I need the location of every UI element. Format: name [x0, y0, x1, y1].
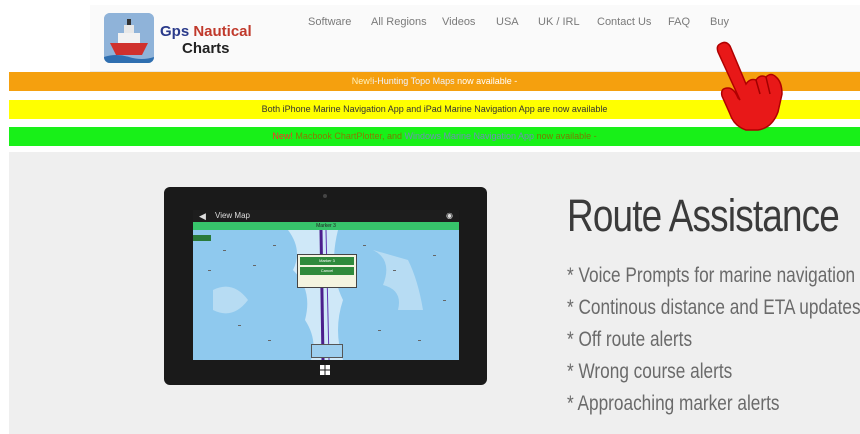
settings-icon: ◉: [446, 211, 453, 220]
banner-text: now available -: [534, 131, 597, 141]
windows-logo-icon: [320, 365, 330, 375]
hero-section: ◀ View Map ◉ Marker 3 Marker 3 Cancel Ro…: [9, 152, 860, 434]
feature-item: * Off route alerts: [567, 328, 693, 351]
banner-text: now available -: [454, 76, 518, 86]
nav-contact-us[interactable]: Contact Us: [597, 16, 651, 28]
banner-new-badge: New!: [351, 76, 373, 86]
brand-word-gps: Gps: [160, 23, 194, 40]
route-label: Marker 3: [316, 223, 336, 229]
feature-item: * Continous distance and ETA updates: [567, 296, 860, 319]
nav-usa[interactable]: USA: [496, 16, 519, 28]
route-bar: Marker 3: [193, 222, 459, 230]
brand-word-charts: Charts: [182, 40, 230, 57]
banner-text[interactable]: Both iPhone Marine Navigation App and iP…: [262, 104, 608, 114]
feature-item: * Voice Prompts for marine navigation: [567, 264, 856, 287]
back-arrow-icon: ◀: [199, 211, 206, 221]
brand-word-nautical: Nautical: [193, 23, 252, 40]
nav-software[interactable]: Software: [308, 16, 351, 28]
app-title-bar: ◀ View Map ◉: [193, 210, 459, 222]
banner-new-badge: New!: [272, 131, 293, 141]
camera-dot: [323, 194, 327, 198]
popup-title: Marker 3: [300, 257, 354, 265]
nav-videos[interactable]: Videos: [442, 16, 475, 28]
marker-popup: Marker 3 Cancel: [297, 254, 357, 288]
map-zoom-controls[interactable]: [311, 344, 343, 358]
screen-title: View Map: [215, 211, 250, 220]
nautical-map-graphic: [193, 230, 459, 360]
feature-item: * Approaching marker alerts: [567, 392, 780, 415]
feature-item: * Wrong course alerts: [567, 360, 733, 383]
banner-link-macbook[interactable]: Macbook ChartPlotter: [293, 131, 382, 141]
brand-logo-text[interactable]: Gps Nautical Charts: [160, 23, 252, 57]
map-screenshot: ◀ View Map ◉ Marker 3 Marker 3 Cancel: [193, 210, 459, 360]
nav-faq[interactable]: FAQ: [668, 16, 690, 28]
tablet-device-image: ◀ View Map ◉ Marker 3 Marker 3 Cancel: [164, 187, 487, 385]
nav-buy[interactable]: Buy: [710, 16, 729, 28]
nav-uk-irl[interactable]: UK / IRL: [538, 16, 580, 28]
banner-text: , and: [381, 131, 405, 141]
nav-all-regions[interactable]: All Regions: [371, 16, 427, 28]
banner-link-windows[interactable]: Windows Marine Navigation App: [404, 131, 534, 141]
banner-link-hunting[interactable]: i-Hunting Topo Maps: [372, 76, 454, 86]
pointing-hand-icon: [716, 41, 783, 131]
popup-cancel-button[interactable]: Cancel: [300, 267, 354, 275]
ship-logo-icon[interactable]: [104, 13, 154, 63]
page-title: Route Assistance: [567, 190, 840, 241]
feature-list: * Voice Prompts for marine navigation * …: [567, 260, 860, 420]
